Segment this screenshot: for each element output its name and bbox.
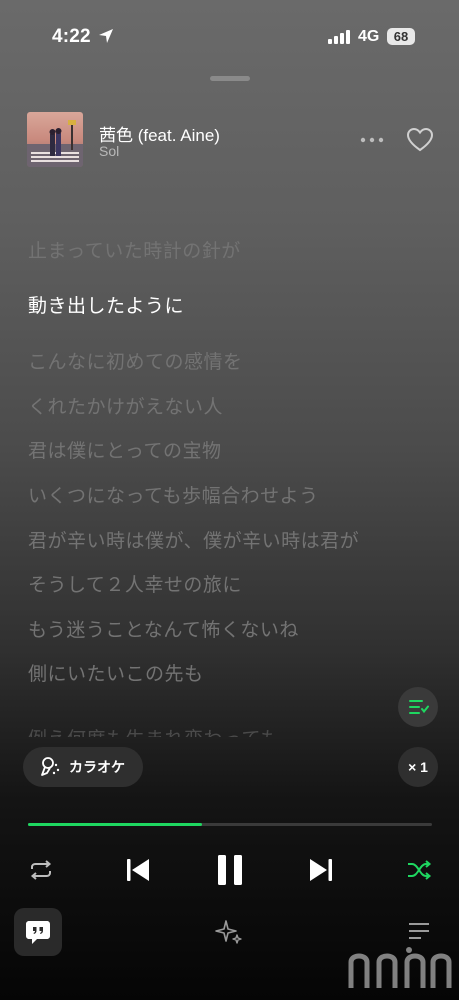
skip-previous-icon	[127, 859, 149, 881]
lyric-line[interactable]: こんなに初めての感情を	[28, 347, 243, 374]
lyric-line[interactable]: くれたかけがえない人	[28, 392, 223, 419]
shuffle-button[interactable]	[404, 855, 434, 885]
queue-icon	[409, 923, 429, 939]
lyric-line[interactable]: そうして２人幸せの旅に	[28, 570, 242, 597]
sheet-grabber-handle[interactable]	[210, 76, 250, 81]
more-dots-icon	[360, 137, 384, 143]
lyric-line[interactable]: もう迷うことなんて怖くないね	[28, 615, 299, 642]
chat-bubble-icon	[26, 921, 50, 944]
battery-indicator: 68	[387, 28, 415, 45]
repeat-icon	[30, 860, 52, 880]
next-track-button[interactable]	[305, 853, 337, 887]
lyrics-menu-button[interactable]	[398, 687, 438, 727]
like-button[interactable]	[406, 126, 434, 154]
queue-button[interactable]	[405, 918, 435, 946]
lyric-line[interactable]: 止まっていた時計の針が	[28, 236, 241, 263]
lyrics-chat-button[interactable]	[14, 908, 62, 956]
signal-icon	[328, 30, 350, 44]
progress-fill	[28, 823, 202, 826]
progress-bar[interactable]	[28, 823, 432, 826]
karaoke-mic-icon	[41, 757, 60, 776]
lyric-line[interactable]: 側にいたいこの先も	[28, 659, 204, 686]
album-art	[27, 112, 83, 167]
more-options-button[interactable]	[357, 128, 387, 152]
artist-name[interactable]: Sol	[99, 143, 119, 159]
repeat-button[interactable]	[26, 855, 56, 885]
status-bar: 4:22 4G 68	[0, 0, 459, 70]
shuffle-icon	[408, 860, 432, 880]
lyric-line[interactable]: いくつになっても歩幅合わせよう	[28, 481, 319, 508]
lyric-line-active[interactable]: 動き出したように	[28, 291, 184, 318]
pause-icon	[218, 855, 242, 885]
sparkle-icon	[215, 920, 242, 944]
playback-speed-button[interactable]: × 1	[398, 747, 438, 787]
karaoke-label: カラオケ	[69, 759, 125, 775]
lyric-line[interactable]: 例え何度も生まれ変わっても	[28, 724, 280, 737]
watermark-logo	[348, 947, 452, 988]
lyrics-list-icon	[409, 700, 429, 714]
network-type: 4G	[358, 28, 380, 45]
skip-next-icon	[310, 859, 332, 881]
status-time: 4:22	[52, 26, 91, 47]
sparkle-button[interactable]	[214, 917, 244, 947]
previous-track-button[interactable]	[122, 853, 154, 887]
lyric-line[interactable]: 君は僕にとっての宝物	[28, 436, 221, 463]
location-arrow-icon	[99, 29, 113, 43]
heart-icon	[406, 127, 434, 152]
pause-button[interactable]	[210, 849, 250, 891]
karaoke-button[interactable]: カラオケ	[23, 747, 143, 787]
lyric-line[interactable]: 君が辛い時は僕が、僕が辛い時は君が	[28, 526, 359, 553]
